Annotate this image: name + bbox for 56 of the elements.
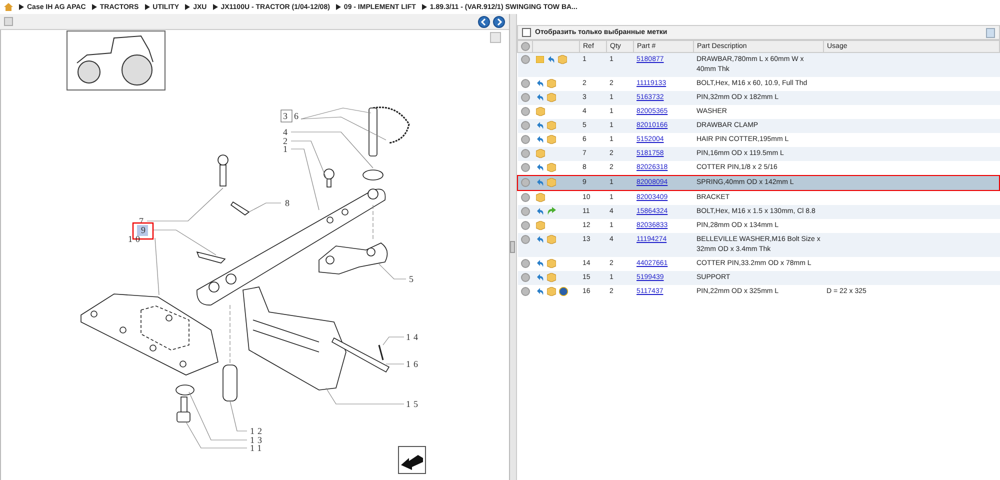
splitter-handle[interactable] xyxy=(510,241,515,253)
callout-number[interactable]: 11 xyxy=(250,443,265,453)
pin-with-chain-drawing xyxy=(368,106,410,156)
callout-number[interactable]: 5 xyxy=(409,274,416,284)
forward-button[interactable] xyxy=(493,16,505,28)
long-pin-drawing xyxy=(331,337,390,373)
expand-button[interactable] xyxy=(4,17,13,26)
back-button[interactable] xyxy=(478,16,490,28)
cotter-pin-drawing xyxy=(230,201,250,216)
callout-number[interactable]: 4 xyxy=(283,127,290,137)
forward-arrow-icon[interactable] xyxy=(546,207,556,215)
pin-drawing xyxy=(218,154,228,186)
callout-number[interactable]: 13 xyxy=(250,435,265,445)
expand-all-icon[interactable] xyxy=(521,42,530,51)
chevron-left-icon xyxy=(480,18,488,26)
bolt-drawing xyxy=(324,168,334,188)
caret-icon xyxy=(144,4,150,10)
caret-icon xyxy=(336,4,341,10)
caret-icon xyxy=(185,4,190,10)
columns-icon[interactable] xyxy=(986,28,995,38)
caret-icon xyxy=(92,4,97,10)
return-arrow-icon[interactable] xyxy=(536,208,544,214)
pin-drawing xyxy=(222,364,238,402)
package-icon[interactable] xyxy=(558,55,566,64)
checkbox[interactable] xyxy=(522,28,531,37)
return-arrow-icon[interactable] xyxy=(536,236,544,243)
caret-icon xyxy=(212,4,218,10)
clamp-drawing xyxy=(318,242,388,274)
caret-icon xyxy=(19,4,24,10)
home-icon[interactable] xyxy=(4,3,13,11)
next-page-button[interactable] xyxy=(398,446,426,474)
globe-icon[interactable] xyxy=(558,287,568,296)
chevron-right-icon xyxy=(495,18,503,26)
scroll-button[interactable] xyxy=(490,32,501,43)
washer-drawing xyxy=(362,170,384,180)
callout-number[interactable]: 15 xyxy=(406,399,421,409)
callout-number[interactable]: 8 xyxy=(285,198,292,208)
bolt-drawing xyxy=(176,396,190,422)
leader-line xyxy=(382,336,404,346)
leader-line xyxy=(378,264,406,280)
callout-number[interactable]: 14 xyxy=(406,332,421,342)
expand-icon[interactable] xyxy=(520,55,530,64)
callout-number[interactable]: 1 xyxy=(283,144,290,154)
spring-clip-drawing xyxy=(196,251,226,264)
leader-line xyxy=(248,202,282,212)
callout-number[interactable]: 16 xyxy=(406,359,421,369)
callout-number[interactable]: 3 xyxy=(280,110,292,122)
return-arrow-icon[interactable] xyxy=(546,56,554,63)
hair-pin-drawing xyxy=(378,344,384,360)
callout-number[interactable]: 12 xyxy=(250,426,265,436)
center-line xyxy=(372,204,374,240)
callout-number[interactable]: 2 xyxy=(283,136,290,146)
caret-icon xyxy=(422,4,427,10)
washer-drawing xyxy=(176,384,194,396)
callout-number[interactable]: 6 xyxy=(294,111,302,121)
note-icon[interactable] xyxy=(536,56,544,63)
